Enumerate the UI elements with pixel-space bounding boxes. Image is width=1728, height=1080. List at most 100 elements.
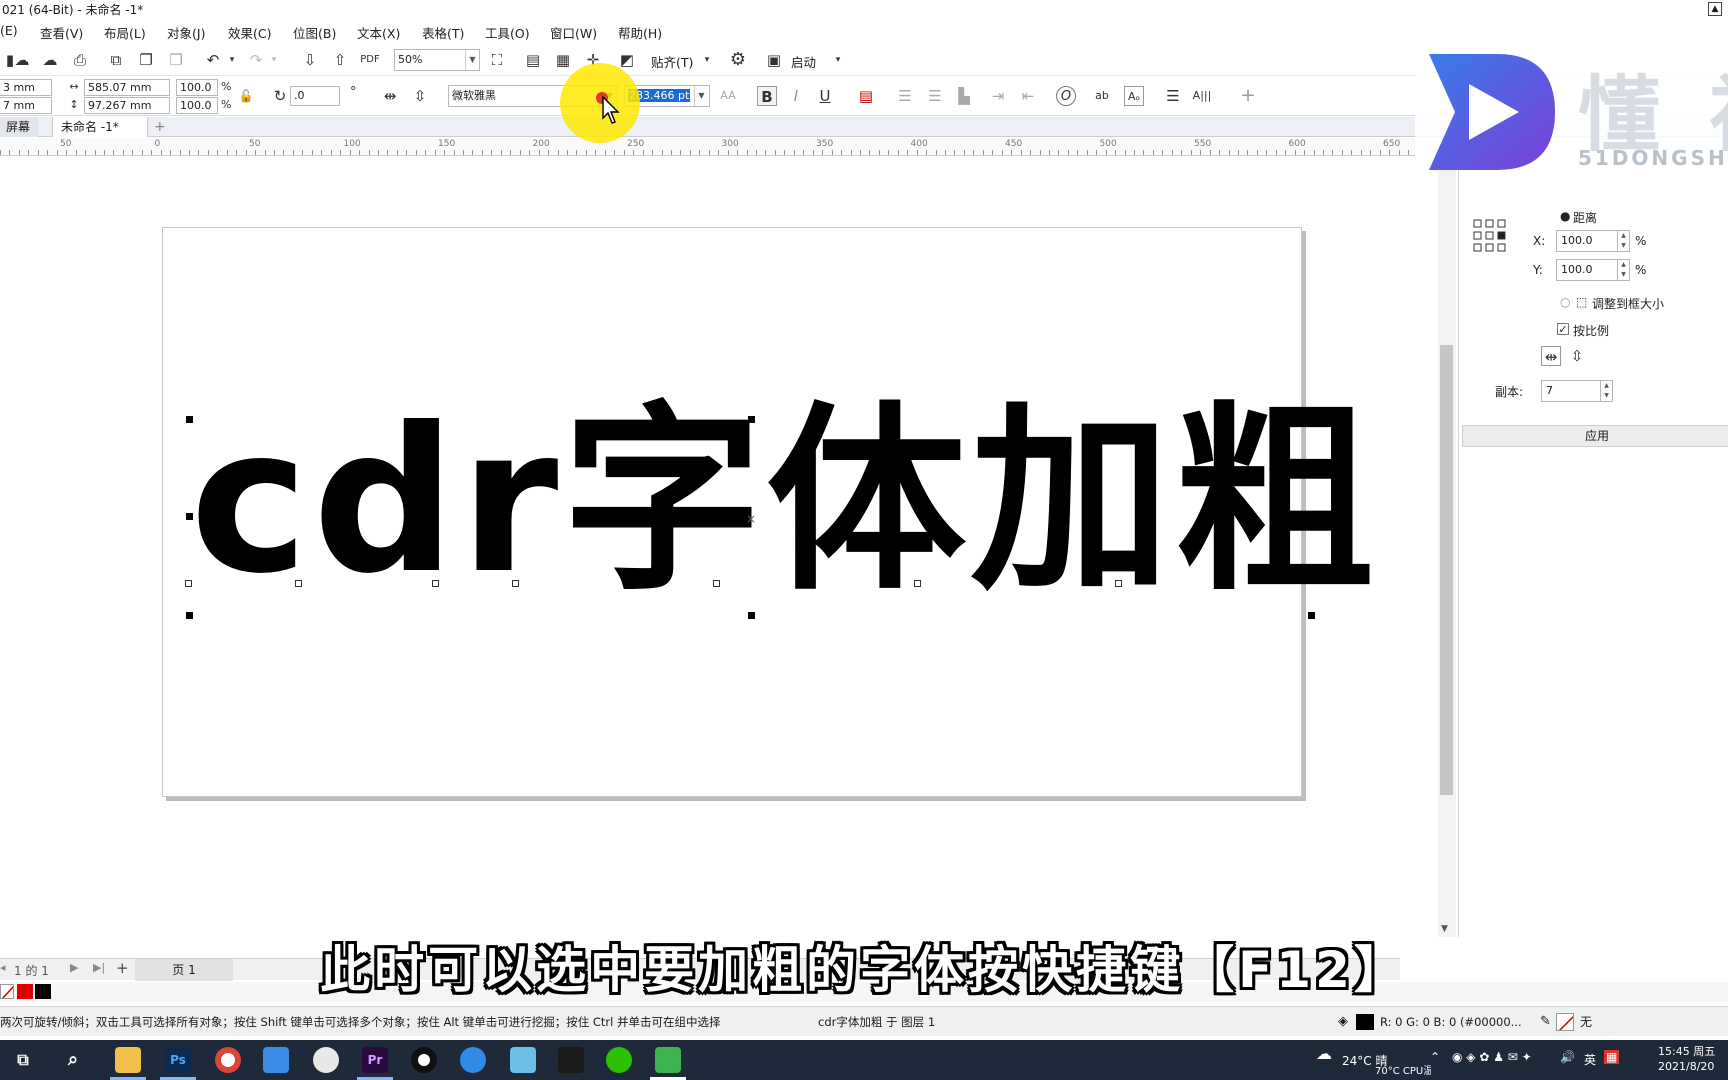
- export-icon[interactable]: ⇧: [330, 50, 350, 70]
- char-node[interactable]: [185, 580, 192, 587]
- explorer-icon[interactable]: [115, 1047, 141, 1073]
- menu-effects[interactable]: 效果(C): [228, 23, 271, 42]
- drop-cap-icon[interactable]: ▙: [954, 86, 974, 106]
- height-field[interactable]: 97.267 mm: [84, 97, 170, 114]
- width-field[interactable]: 585.07 mm: [84, 79, 170, 96]
- cpu-temp[interactable]: 70°C CPU温度: [1375, 1062, 1431, 1077]
- snap-to-menu[interactable]: 贴齐(T): [651, 52, 693, 71]
- selection-handle-bottom-right[interactable]: [1308, 612, 1315, 619]
- outline-color-swatch[interactable]: [1556, 1013, 1574, 1031]
- tray-app-icons[interactable]: ◉ ◈ ✿ ♟ ✉ ✦: [1452, 1050, 1532, 1064]
- menu-table[interactable]: 表格(T): [422, 23, 464, 42]
- text-align-icon[interactable]: ▤: [856, 86, 876, 106]
- task-view-icon[interactable]: ⧉: [10, 1047, 36, 1073]
- pin-icon[interactable]: ▲: [1708, 2, 1722, 16]
- photoshop-icon[interactable]: Ps: [165, 1047, 191, 1073]
- clock-date[interactable]: 2021/8/20: [1658, 1060, 1714, 1073]
- underline-icon[interactable]: U: [815, 86, 835, 106]
- menu-edit[interactable]: (E): [0, 23, 18, 38]
- record-icon[interactable]: [411, 1047, 437, 1073]
- import-icon[interactable]: ⇩: [300, 50, 320, 70]
- gear-icon[interactable]: ⚙: [728, 50, 748, 70]
- font-size-dropdown-icon[interactable]: ▼: [694, 86, 708, 106]
- launch-dropdown-icon[interactable]: ▾: [828, 50, 848, 70]
- selection-handle-top[interactable]: [748, 416, 755, 423]
- undo-icon[interactable]: ↶: [203, 50, 223, 70]
- selection-handle-bottom[interactable]: [748, 612, 755, 619]
- redo-dropdown-icon[interactable]: ▾: [264, 50, 284, 70]
- show-rulers-icon[interactable]: ▤: [523, 50, 543, 70]
- horizontal-ruler[interactable]: 50 0 50 100 150 200 250 300 350 400 450 500 550 600 65…: [0, 138, 1415, 156]
- tab-document[interactable]: 未命名 -1*: [52, 117, 148, 137]
- vertical-scrollbar-thumb[interactable]: [1440, 345, 1453, 795]
- increase-indent-icon[interactable]: ⇥: [988, 86, 1008, 106]
- menu-help[interactable]: 帮助(H): [618, 23, 662, 42]
- menu-layout[interactable]: 布局(L): [104, 23, 146, 42]
- cloud-upload-icon[interactable]: ☁: [12, 50, 32, 70]
- acrobat-icon[interactable]: [558, 1047, 584, 1073]
- menu-object[interactable]: 对象(J): [167, 23, 205, 42]
- launch-menu[interactable]: 启动: [791, 52, 816, 71]
- font-list-icon[interactable]: AA: [718, 86, 738, 106]
- char-node[interactable]: [295, 580, 302, 587]
- menu-view[interactable]: 查看(V): [40, 23, 83, 42]
- scale-y-stepper[interactable]: ▲ ▼: [1618, 259, 1630, 281]
- vertical-text-icon[interactable]: A|||: [1192, 86, 1212, 106]
- copies-input[interactable]: 7: [1541, 380, 1601, 402]
- text-properties-icon[interactable]: O: [1056, 86, 1076, 106]
- copies-stepper[interactable]: ▲ ▼: [1601, 380, 1613, 402]
- menu-tools[interactable]: 工具(O): [485, 23, 530, 42]
- selection-handle-top-left[interactable]: [186, 416, 193, 423]
- snap-dropdown-icon[interactable]: ▾: [697, 50, 717, 70]
- char-node[interactable]: [914, 580, 921, 587]
- notepad-icon[interactable]: [510, 1047, 536, 1073]
- char-node[interactable]: [713, 580, 720, 587]
- scale-x-input[interactable]: 100.0: [1556, 230, 1618, 252]
- pdf-icon[interactable]: PDF: [360, 50, 380, 70]
- full-screen-icon[interactable]: ⛶: [487, 50, 507, 70]
- tray-app-icon[interactable]: ▦: [1604, 1050, 1620, 1064]
- volume-icon[interactable]: 🔊: [1560, 1050, 1575, 1064]
- lock-ratio-icon[interactable]: 🔓: [236, 86, 256, 106]
- fill-color-swatch[interactable]: [1356, 1014, 1374, 1030]
- tray-expand-icon[interactable]: ⌃: [1430, 1050, 1440, 1064]
- clock-time[interactable]: 15:45 周五: [1658, 1043, 1715, 1059]
- mirror-h-icon[interactable]: ⇹: [1541, 346, 1561, 366]
- weather-icon[interactable]: ☁: [1316, 1044, 1332, 1063]
- paste-icon[interactable]: ❐: [166, 50, 186, 70]
- apply-button[interactable]: 应用: [1462, 425, 1728, 447]
- search-icon[interactable]: ⌕: [60, 1047, 86, 1073]
- scale-x-stepper[interactable]: ▲ ▼: [1618, 230, 1630, 252]
- scale-y-input[interactable]: 100.0: [1556, 259, 1618, 281]
- scale-x-field[interactable]: 100.0: [176, 79, 218, 96]
- premiere-icon[interactable]: Pr: [362, 1047, 388, 1073]
- print-icon[interactable]: ⎙: [70, 50, 90, 70]
- launch-icon[interactable]: ▣: [764, 50, 784, 70]
- distance-radio-icon[interactable]: ●: [1560, 209, 1570, 223]
- char-node[interactable]: [1115, 580, 1122, 587]
- mirror-v-icon[interactable]: ⇳: [1567, 346, 1587, 366]
- mirror-horizontal-icon[interactable]: ⇹: [380, 86, 400, 106]
- bold-icon[interactable]: B: [757, 86, 777, 106]
- menu-bitmaps[interactable]: 位图(B): [293, 23, 336, 42]
- selection-handle-bottom-left[interactable]: [186, 612, 193, 619]
- x-position-field[interactable]: 3 mm: [0, 79, 52, 96]
- menu-window[interactable]: 窗口(W): [550, 23, 597, 42]
- chrome-icon[interactable]: [215, 1047, 241, 1073]
- undo-dropdown-icon[interactable]: ▾: [222, 50, 242, 70]
- char-node[interactable]: [432, 580, 439, 587]
- anchor-grid-icon[interactable]: [1473, 219, 1507, 253]
- browser-icon[interactable]: [460, 1047, 486, 1073]
- proportional-checkbox[interactable]: ✓: [1557, 323, 1569, 335]
- horizontal-text-icon[interactable]: ☰: [1163, 86, 1183, 106]
- fit-radio-icon[interactable]: ○: [1560, 295, 1570, 309]
- cloud-download-icon[interactable]: ☁: [40, 50, 60, 70]
- add-tab-button[interactable]: +: [146, 117, 174, 137]
- redo-icon[interactable]: ↷: [246, 50, 266, 70]
- cut-icon[interactable]: ⧉: [106, 50, 126, 70]
- menu-text[interactable]: 文本(X): [357, 23, 400, 42]
- snap-icon[interactable]: ◩: [617, 50, 637, 70]
- add-icon[interactable]: +: [1238, 86, 1258, 106]
- wechat-icon[interactable]: [606, 1047, 632, 1073]
- chevron-down-icon[interactable]: ▼: [465, 50, 479, 70]
